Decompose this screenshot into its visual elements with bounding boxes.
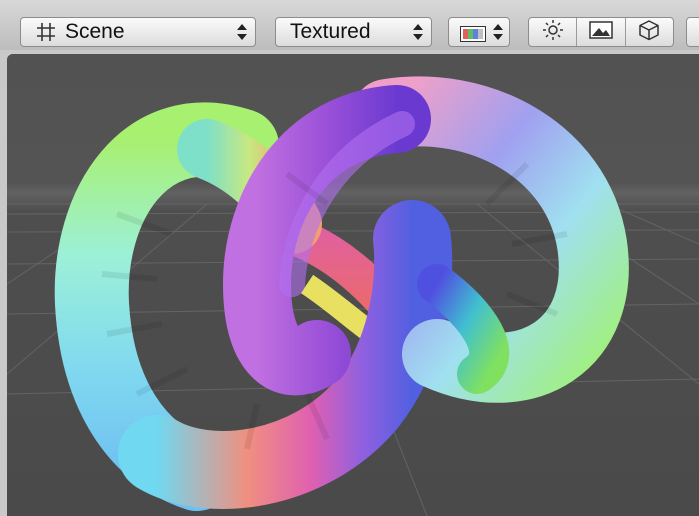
gizmos-toggle[interactable] [626, 18, 673, 46]
lighting-toggle[interactable] [529, 18, 578, 46]
image-icon [589, 20, 613, 44]
image-effects-toggle[interactable] [577, 18, 626, 46]
color-channels-icon [460, 24, 486, 42]
render-paths-dropdown[interactable] [448, 17, 510, 47]
draw-mode-label: Scene [65, 20, 125, 43]
scene-toggles [528, 17, 674, 47]
sun-icon [542, 19, 564, 46]
dropdown-arrows-icon [493, 23, 503, 41]
dropdown-arrows-icon [237, 23, 247, 41]
scene-viewport[interactable] [7, 54, 699, 516]
cube-icon [638, 19, 660, 46]
hash-grid-icon [35, 21, 57, 43]
extra-toolbar-button[interactable] [686, 17, 699, 47]
scene-toolbar: Scene Textured [0, 0, 699, 50]
shading-mode-label: Textured [290, 20, 371, 43]
draw-mode-dropdown[interactable]: Scene [20, 17, 256, 47]
dropdown-arrows-icon [413, 23, 423, 41]
shading-mode-dropdown[interactable]: Textured [275, 17, 432, 47]
